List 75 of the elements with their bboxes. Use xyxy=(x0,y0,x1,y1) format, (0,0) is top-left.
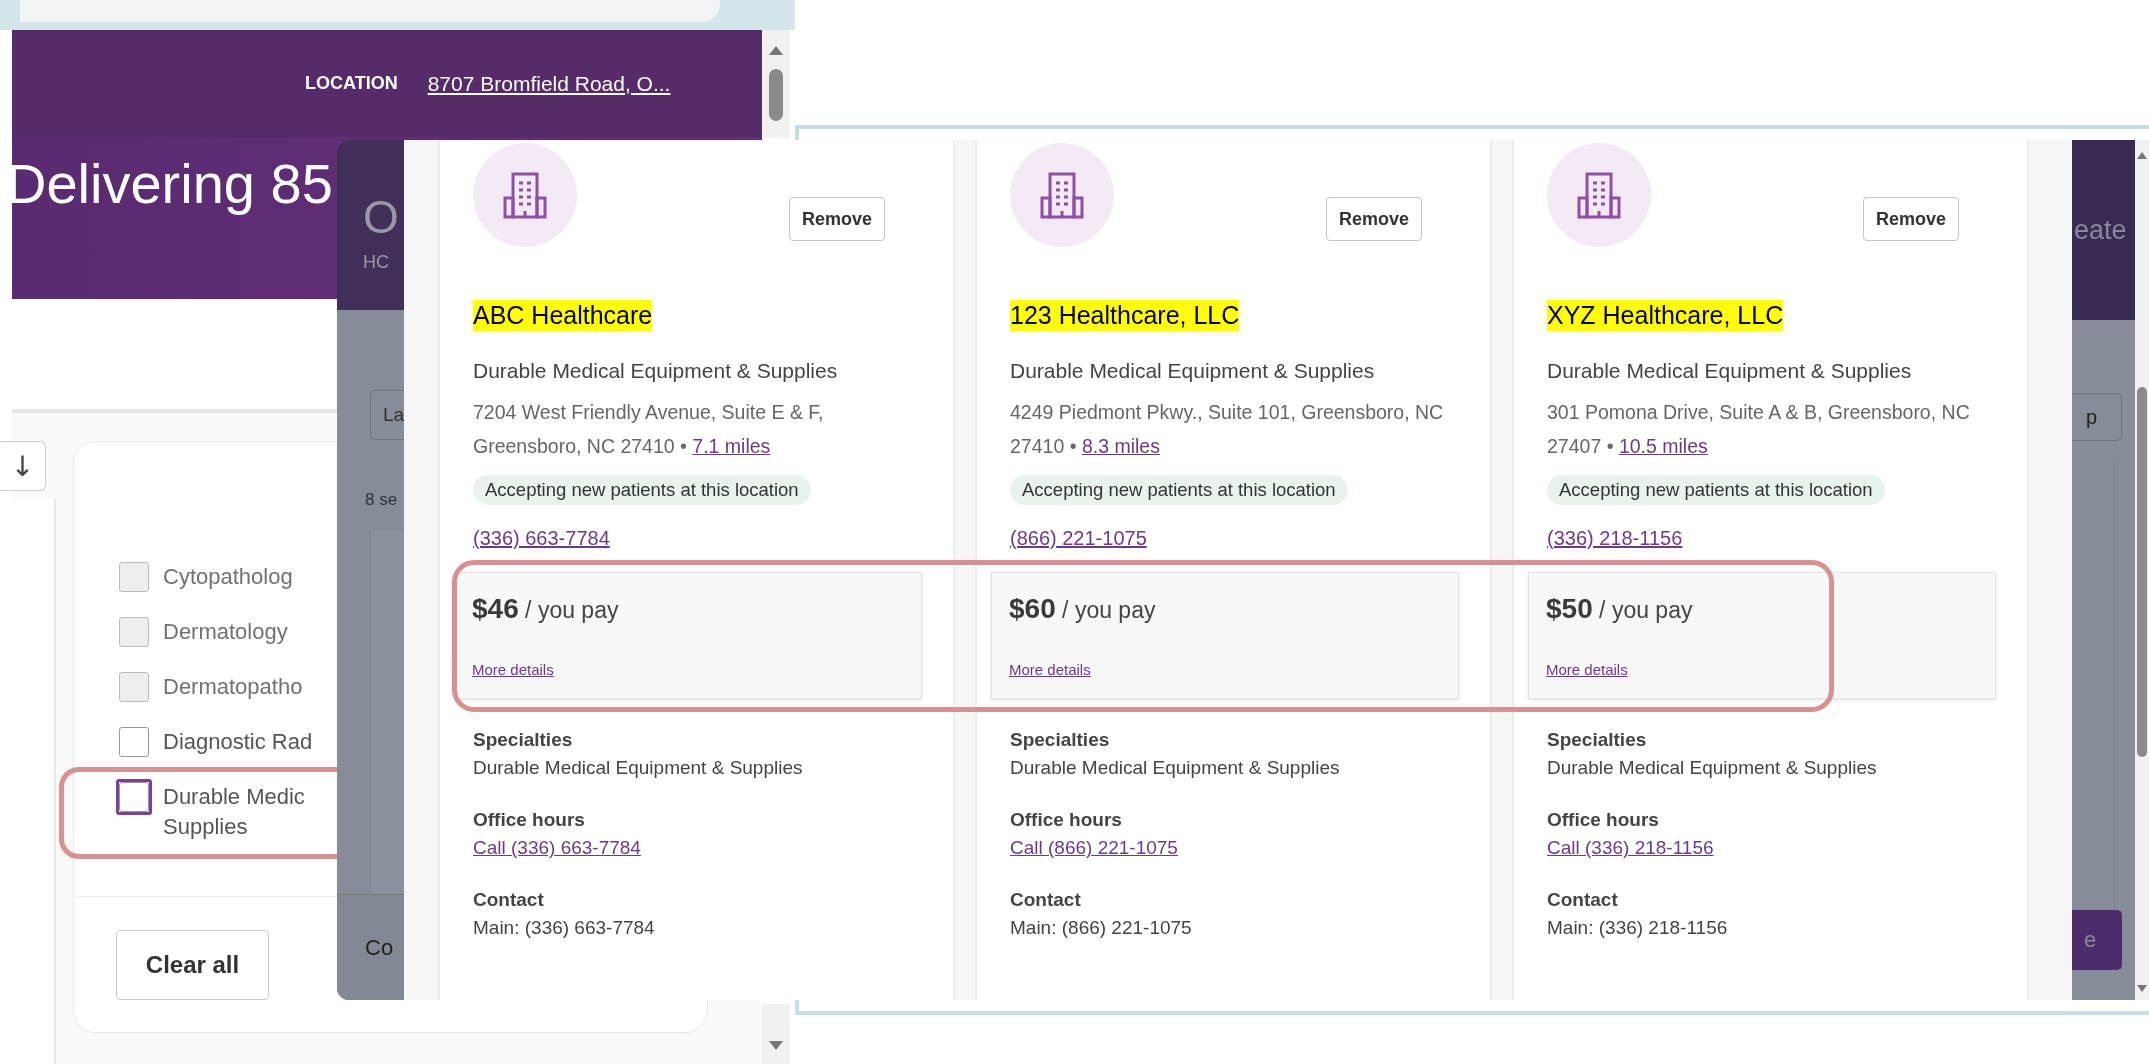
checkbox[interactable] xyxy=(119,727,149,757)
filter-label: Cytopatholog xyxy=(163,563,293,591)
provider-name: ABC Healthcare xyxy=(473,300,653,331)
section-title: Specialties xyxy=(473,729,573,751)
location-label: LOCATION xyxy=(305,73,398,94)
scroll-down-icon[interactable] xyxy=(2137,985,2147,992)
price-text: $46 / you pay xyxy=(472,593,620,625)
scrollbar[interactable] xyxy=(762,1004,790,1064)
call-link[interactable]: Call (336) 663-7784 xyxy=(473,837,641,859)
section-value: Durable Medical Equipment & Supplies xyxy=(1547,757,1877,779)
results-count: 8 se xyxy=(365,490,399,510)
phone-link[interactable]: (336) 663-7784 xyxy=(473,527,610,550)
section-title: Office hours xyxy=(1010,809,1122,831)
provider-category: Durable Medical Equipment & Supplies xyxy=(473,359,839,383)
distance-link[interactable]: 8.3 miles xyxy=(1081,435,1160,457)
page-subheading: HC xyxy=(363,252,390,273)
status-badge: Accepting new patients at this location xyxy=(1547,475,1885,505)
remove-button[interactable]: Remove xyxy=(788,197,885,241)
filter-label: Dermatopatho xyxy=(163,673,303,701)
provider-name: 123 Healthcare, LLC xyxy=(1010,300,1240,331)
filter-label: Durable Medic Supplies xyxy=(163,783,306,841)
price-text: $50 / you pay xyxy=(1546,593,1694,625)
remove-button[interactable]: Remove xyxy=(1862,197,1959,241)
price-text: $60 / you pay xyxy=(1009,593,1157,625)
section-value: Durable Medical Equipment & Supplies xyxy=(1010,757,1340,779)
scrollbar[interactable] xyxy=(762,30,790,138)
location-link[interactable]: 8707 Bromfield Road, O... xyxy=(427,71,671,96)
status-badge: Accepting new patients at this location xyxy=(1010,475,1348,505)
map-button[interactable]: p xyxy=(2072,393,2122,441)
page-heading: O xyxy=(363,190,400,244)
building-icon xyxy=(503,171,547,219)
phone-link[interactable]: (336) 218-1156 xyxy=(1547,527,1683,550)
filter-label: Dermatology xyxy=(163,618,288,646)
status-badge: Accepting new patients at this location xyxy=(473,475,811,505)
filter-button[interactable]: La xyxy=(370,390,404,440)
section-title: Contact xyxy=(1547,889,1618,911)
provider-category: Durable Medical Equipment & Supplies xyxy=(1010,359,1376,383)
distance-link[interactable]: 10.5 miles xyxy=(1618,435,1708,457)
provider-category: Durable Medical Equipment & Supplies xyxy=(1547,359,1913,383)
sort-button[interactable]: ↓ xyxy=(0,441,46,491)
section-title: Office hours xyxy=(473,809,585,831)
page-heading: eate xyxy=(2074,214,2127,246)
clear-all-button[interactable]: Clear all xyxy=(116,929,269,1000)
call-link[interactable]: Call (866) 221-1075 xyxy=(1010,837,1178,859)
building-icon xyxy=(1040,171,1084,219)
phone-link[interactable]: (866) 221-1075 xyxy=(1010,527,1147,550)
building-icon xyxy=(1577,171,1621,219)
provider-name: XYZ Healthcare, LLC xyxy=(1547,300,1784,331)
hero-title: Delivering 85 xyxy=(6,151,333,216)
scroll-up-icon[interactable] xyxy=(2137,152,2147,159)
remove-button[interactable]: Remove xyxy=(1325,197,1422,241)
more-details-link[interactable]: More details xyxy=(1546,661,1628,678)
section-title: Office hours xyxy=(1547,809,1659,831)
provider-address: 4249 Piedmont Pkwy., Suite 101, Greensboro, NC 27410 • 8.3 miles xyxy=(1010,400,1445,459)
scrollbar[interactable] xyxy=(2135,140,2149,1000)
scroll-thumb[interactable] xyxy=(769,69,783,121)
section-title: Contact xyxy=(1010,889,1081,911)
filter-label: Diagnostic Rad xyxy=(163,728,313,756)
distance-link[interactable]: 7.1 miles xyxy=(692,435,771,457)
section-title: Specialties xyxy=(1547,729,1647,751)
section-value: Main: (866) 221-1075 xyxy=(1010,917,1192,939)
more-details-link[interactable]: More details xyxy=(472,661,554,678)
section-title: Specialties xyxy=(1010,729,1110,751)
provider-address: 301 Pomona Drive, Suite A & B, Greensboro, NC 27407 • 10.5 miles xyxy=(1547,400,1971,459)
footer-text: Co xyxy=(365,934,394,961)
section-value: Durable Medical Equipment & Supplies xyxy=(473,757,803,779)
provider-address: 7204 West Friendly Avenue, Suite E & F, Greensboro, NC 27410 • 7.1 miles xyxy=(473,400,825,459)
scroll-up-icon[interactable] xyxy=(769,46,783,55)
scroll-thumb[interactable] xyxy=(2137,387,2147,757)
section-value: Main: (336) 218-1156 xyxy=(1547,917,1728,939)
call-link[interactable]: Call (336) 218-1156 xyxy=(1547,837,1714,859)
section-title: Contact xyxy=(473,889,544,911)
scroll-down-icon[interactable] xyxy=(769,1041,783,1050)
section-value: Main: (336) 663-7784 xyxy=(473,917,655,939)
more-details-link[interactable]: More details xyxy=(1009,661,1091,678)
